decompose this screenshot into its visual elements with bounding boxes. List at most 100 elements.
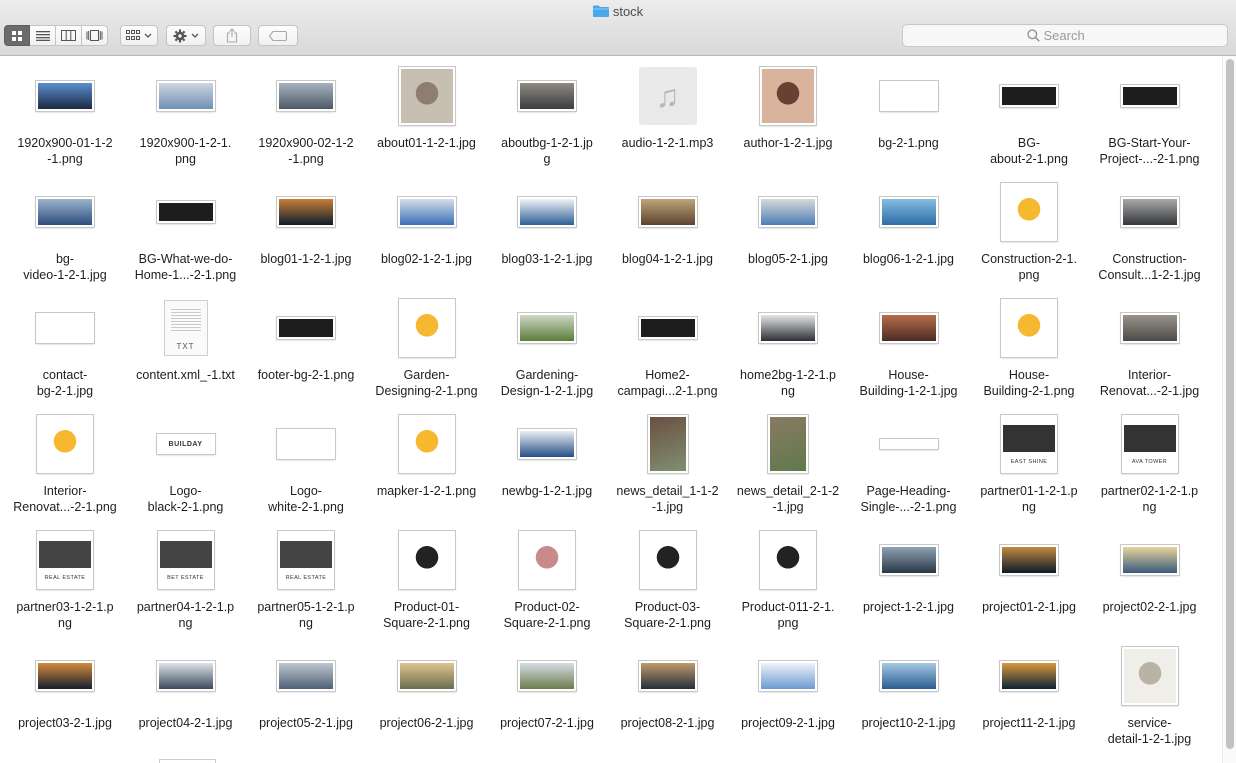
file-item[interactable]: project07-2-1.jpg	[487, 645, 608, 761]
file-item[interactable]: project02-2-1.jpg	[1090, 529, 1211, 645]
file-item[interactable]: project09-2-1.jpg	[728, 645, 849, 761]
file-item[interactable]: contact- bg-2-1.jpg	[5, 297, 126, 413]
file-item[interactable]: project05-2-1.jpg	[246, 645, 367, 761]
file-name-label: news_detail_1-1-2 -1.jpg	[616, 484, 719, 514]
file-item[interactable]: ♫ audio-1-2-1.mp3	[608, 65, 729, 181]
file-name-label: project04-2-1.jpg	[138, 716, 233, 730]
file-name-label: service- detail-1-2-1.jpg	[1107, 716, 1192, 746]
file-item[interactable]: home2bg-1-2-1.p ng	[728, 297, 849, 413]
share-button[interactable]	[213, 25, 251, 46]
thumbnail-image	[1120, 197, 1179, 227]
file-item[interactable]: 1920x900-02-1-2 -1.png	[246, 65, 367, 181]
file-thumbnail	[487, 297, 607, 359]
file-name-label: blog01-1-2-1.jpg	[260, 252, 352, 266]
file-item[interactable]: aboutbg-1-2-1.jp g	[487, 65, 608, 181]
file-item[interactable]: project04-2-1.jpg	[126, 645, 247, 761]
file-item[interactable]: Product-01- Square-2-1.png	[367, 529, 488, 645]
file-item[interactable]: Page-Heading- Single-...-2-1.png	[849, 413, 970, 529]
file-item[interactable]: project03-2-1.jpg	[5, 645, 126, 761]
file-item[interactable]: blog04-1-2-1.jpg	[608, 181, 729, 297]
file-item[interactable]: project08-2-1.jpg	[608, 645, 729, 761]
file-thumbnail	[1090, 529, 1210, 591]
file-item[interactable]: newbg-1-2-1.jpg	[487, 413, 608, 529]
icon-view-button[interactable]	[4, 25, 30, 46]
scrollbar-thumb[interactable]	[1226, 59, 1234, 749]
file-item[interactable]: BG-Start-Your- Project-...-2-1.png	[1090, 65, 1211, 181]
file-item[interactable]: Construction- Consult...1-2-1.jpg	[1090, 181, 1211, 297]
file-item[interactable]: Gardening- Design-1-2-1.jpg	[487, 297, 608, 413]
file-item[interactable]: BET ESTATE partner04-1-2-1.p ng	[126, 529, 247, 645]
file-name-label: Product-03- Square-2-1.png	[624, 600, 711, 630]
arrange-menu-button[interactable]	[120, 25, 158, 46]
file-name-label: blog05-2-1.jpg	[748, 252, 828, 266]
file-thumbnail	[608, 297, 728, 359]
file-item[interactable]: Interior- Renovat...-2-1.jpg	[1090, 297, 1211, 413]
list-view-icon	[35, 30, 50, 41]
file-thumbnail	[728, 181, 848, 243]
search-input[interactable]	[1043, 28, 1104, 43]
file-item[interactable]: footer-bg-2-1.png	[246, 297, 367, 413]
file-item[interactable]: project01-2-1.jpg	[969, 529, 1090, 645]
thumbnail-image	[768, 415, 808, 473]
file-item[interactable]: BG- about-2-1.png	[969, 65, 1090, 181]
file-thumbnail	[126, 181, 246, 243]
file-item[interactable]: House- Building-1-2-1.jpg	[849, 297, 970, 413]
file-item[interactable]: author-1-2-1.jpg	[728, 65, 849, 181]
file-item[interactable]: BUILDAY Logo- black-2-1.png	[126, 413, 247, 529]
file-thumbnail	[1090, 297, 1210, 359]
file-thumbnail	[608, 645, 728, 707]
list-view-button[interactable]	[30, 25, 56, 46]
file-item[interactable]: bg-2-1.png	[849, 65, 970, 181]
file-item[interactable]: service- detail-1-2-1.jpg	[1090, 645, 1211, 761]
column-view-button[interactable]	[56, 25, 82, 46]
file-item[interactable]: blog01-1-2-1.jpg	[246, 181, 367, 297]
file-item[interactable]: blog02-1-2-1.jpg	[367, 181, 488, 297]
file-name-label: home2bg-1-2-1.p ng	[740, 368, 836, 398]
file-item[interactable]: project11-2-1.jpg	[969, 645, 1090, 761]
file-item[interactable]: 1920x900-1-2-1. png	[126, 65, 247, 181]
thumbnail-image	[518, 661, 576, 691]
file-item[interactable]: blog06-1-2-1.jpg	[849, 181, 970, 297]
file-item[interactable]: Construction-2-1. png	[969, 181, 1090, 297]
file-item[interactable]: REAL ESTATE partner03-1-2-1.p ng	[5, 529, 126, 645]
file-item[interactable]: project-1-2-1.jpg	[849, 529, 970, 645]
file-item[interactable]: Garden- Designing-2-1.png	[367, 297, 488, 413]
file-item[interactable]: Interior- Renovat...-2-1.png	[5, 413, 126, 529]
file-item[interactable]: EAST SHINE partner01-1-2-1.p ng	[969, 413, 1090, 529]
tag-icon	[269, 30, 287, 41]
file-name-label: Logo- black-2-1.png	[147, 484, 224, 514]
column-view-icon	[61, 30, 76, 41]
vertical-scrollbar[interactable]	[1222, 56, 1236, 763]
cover-flow-view-button[interactable]	[82, 25, 108, 46]
file-item[interactable]: Product-011-2-1. png	[728, 529, 849, 645]
file-item[interactable]: Home2- campagi...2-1.png	[608, 297, 729, 413]
file-item[interactable]: REAL ESTATE partner05-1-2-1.p ng	[246, 529, 367, 645]
file-name-label: content.xml_-1.txt	[136, 368, 235, 382]
file-item[interactable]: blog03-1-2-1.jpg	[487, 181, 608, 297]
file-item[interactable]: project06-2-1.jpg	[367, 645, 488, 761]
file-item[interactable]: House- Building-2-1.png	[969, 297, 1090, 413]
thumbnail-image	[398, 67, 455, 125]
thumbnail-image	[879, 661, 938, 691]
file-thumbnail	[367, 181, 487, 243]
file-item[interactable]: blog05-2-1.jpg	[728, 181, 849, 297]
tags-button[interactable]	[258, 25, 298, 46]
file-item[interactable]: news_detail_1-1-2 -1.jpg	[608, 413, 729, 529]
file-item[interactable]: Product-02- Square-2-1.png	[487, 529, 608, 645]
file-item[interactable]: Logo- white-2-1.png	[246, 413, 367, 529]
file-item[interactable]: Product-03- Square-2-1.png	[608, 529, 729, 645]
file-item[interactable]: bg- video-1-2-1.jpg	[5, 181, 126, 297]
action-menu-button[interactable]	[166, 25, 206, 46]
file-item[interactable]: TXT content.xml_-1.txt	[126, 297, 247, 413]
file-item[interactable]: news_detail_2-1-2 -1.jpg	[728, 413, 849, 529]
file-item[interactable]: AVA TOWER partner02-1-2-1.p ng	[1090, 413, 1211, 529]
file-item[interactable]: BG-What-we-do- Home-1...-2-1.png	[126, 181, 247, 297]
file-name-label: Product-011-2-1. png	[741, 600, 835, 630]
window-title-text: stock	[612, 4, 644, 19]
file-item[interactable]: mapker-1-2-1.png	[367, 413, 488, 529]
file-item[interactable]: project10-2-1.jpg	[849, 645, 970, 761]
search-field[interactable]	[902, 24, 1228, 47]
file-item[interactable]: about01-1-2-1.jpg	[367, 65, 488, 181]
file-item[interactable]: 1920x900-01-1-2 -1.png	[5, 65, 126, 181]
thumbnail-image	[518, 313, 576, 343]
